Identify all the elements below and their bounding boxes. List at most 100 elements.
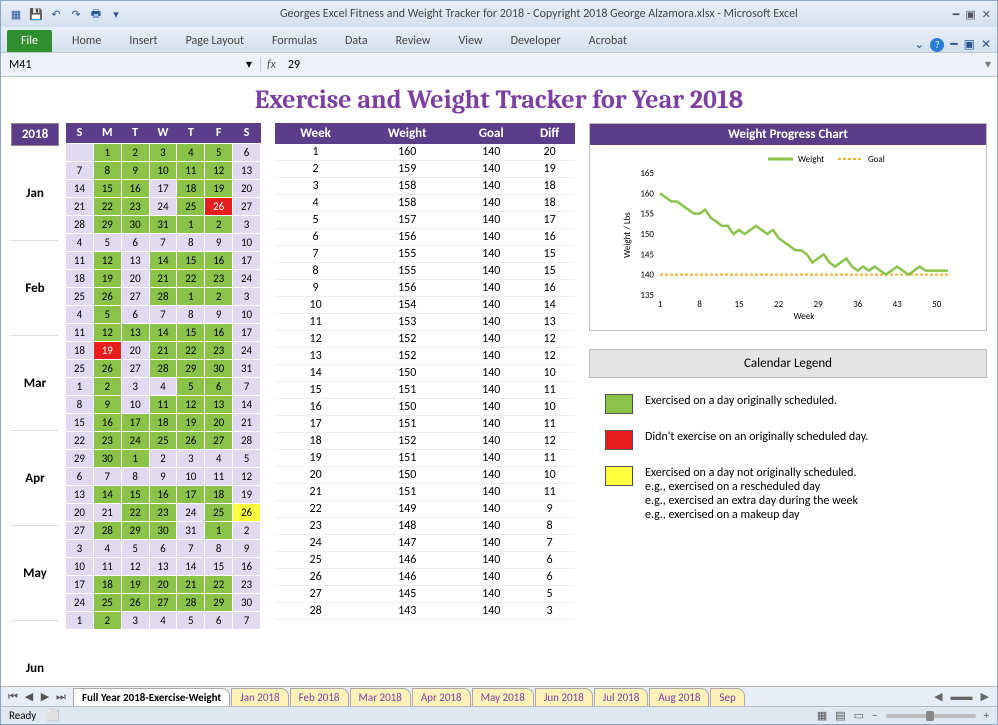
sheet-tab[interactable]: Full Year 2018-Exercise-Weight <box>73 688 230 706</box>
calendar-cell[interactable]: 4 <box>66 234 94 252</box>
calendar-cell[interactable]: 29 <box>121 522 149 540</box>
table-cell[interactable]: 140 <box>458 263 524 280</box>
calendar-cell[interactable]: 25 <box>177 198 205 216</box>
view-layout-icon[interactable]: ▤ <box>835 709 845 722</box>
calendar-cell[interactable]: 22 <box>177 270 205 288</box>
maximize-icon[interactable]: ▣ <box>965 8 975 21</box>
calendar-cell[interactable]: 15 <box>66 414 94 432</box>
undo-icon[interactable]: ↶ <box>47 5 65 23</box>
table-cell[interactable]: 140 <box>458 348 524 365</box>
calendar-cell[interactable]: 25 <box>205 504 233 522</box>
table-cell[interactable]: 155 <box>356 263 458 280</box>
table-cell[interactable]: 12 <box>275 331 356 348</box>
calendar-cell[interactable]: 3 <box>121 378 149 396</box>
calendar-cell[interactable]: 1 <box>121 450 149 468</box>
hscroll-thumb[interactable]: ▬▬ <box>951 690 973 703</box>
calendar-cell[interactable]: 25 <box>149 432 177 450</box>
calendar-cell[interactable]: 2 <box>149 450 177 468</box>
calendar-cell[interactable]: 29 <box>205 594 233 612</box>
calendar-cell[interactable]: 15 <box>93 180 121 198</box>
calendar-cell[interactable]: 21 <box>93 504 121 522</box>
table-cell[interactable]: 5 <box>524 586 575 603</box>
calendar-cell[interactable]: 3 <box>121 612 149 630</box>
calendar-cell[interactable]: 1 <box>66 378 94 396</box>
calendar-cell[interactable]: 11 <box>177 162 205 180</box>
calendar-cell[interactable]: 10 <box>66 558 94 576</box>
table-cell[interactable]: 11 <box>524 450 575 467</box>
window-close-icon[interactable]: ✕ <box>981 37 991 52</box>
table-cell[interactable]: 140 <box>458 552 524 569</box>
calendar-cell[interactable]: 18 <box>205 486 233 504</box>
table-cell[interactable]: 140 <box>458 331 524 348</box>
calendar-cell[interactable]: 7 <box>149 234 177 252</box>
calendar-cell[interactable]: 11 <box>66 324 94 342</box>
calendar-cell[interactable]: 10 <box>233 306 261 324</box>
table-cell[interactable]: 5 <box>275 212 356 229</box>
calendar-cell[interactable]: 20 <box>66 504 94 522</box>
table-cell[interactable]: 140 <box>458 297 524 314</box>
calendar-cell[interactable]: 19 <box>121 576 149 594</box>
view-break-icon[interactable]: ▭ <box>854 709 864 722</box>
table-cell[interactable]: 11 <box>524 382 575 399</box>
calendar-cell[interactable]: 24 <box>233 270 261 288</box>
calendar-cell[interactable]: 5 <box>93 306 121 324</box>
table-cell[interactable]: 15 <box>524 263 575 280</box>
calendar-cell[interactable]: 7 <box>66 162 94 180</box>
table-cell[interactable]: 12 <box>524 433 575 450</box>
sheet-tab[interactable]: Apr 2018 <box>412 688 471 706</box>
table-cell[interactable]: 151 <box>356 416 458 433</box>
calendar-cell[interactable]: 2 <box>93 378 121 396</box>
calendar-cell[interactable]: 31 <box>149 216 177 234</box>
calendar-cell[interactable]: 19 <box>205 180 233 198</box>
table-cell[interactable]: 25 <box>275 552 356 569</box>
calendar-cell[interactable]: 20 <box>121 270 149 288</box>
calendar-cell[interactable]: 18 <box>149 414 177 432</box>
calendar-cell[interactable]: 16 <box>205 252 233 270</box>
calendar-cell[interactable]: 11 <box>93 558 121 576</box>
calendar-cell[interactable]: 28 <box>177 594 205 612</box>
table-cell[interactable]: 18 <box>275 433 356 450</box>
table-cell[interactable]: 16 <box>275 399 356 416</box>
table-cell[interactable]: 14 <box>524 297 575 314</box>
calendar-cell[interactable]: 26 <box>177 432 205 450</box>
sheet-tab[interactable]: Jul 2018 <box>594 688 649 706</box>
calendar-cell[interactable]: 17 <box>121 414 149 432</box>
calendar-cell[interactable]: 29 <box>177 360 205 378</box>
table-cell[interactable]: 9 <box>524 501 575 518</box>
calendar-cell[interactable]: 22 <box>121 504 149 522</box>
calendar-cell[interactable]: 6 <box>149 540 177 558</box>
calendar-cell[interactable]: 9 <box>93 396 121 414</box>
table-cell[interactable]: 17 <box>275 416 356 433</box>
table-cell[interactable]: 7 <box>275 246 356 263</box>
calendar-cell[interactable]: 26 <box>93 288 121 306</box>
table-cell[interactable]: 148 <box>356 518 458 535</box>
calendar-cell[interactable]: 12 <box>205 162 233 180</box>
table-cell[interactable]: 15 <box>524 246 575 263</box>
table-cell[interactable]: 146 <box>356 569 458 586</box>
sheet-tab[interactable]: Feb 2018 <box>290 688 349 706</box>
table-cell[interactable]: 16 <box>524 229 575 246</box>
table-cell[interactable]: 140 <box>458 484 524 501</box>
calendar-cell[interactable]: 21 <box>149 342 177 360</box>
calendar-cell[interactable]: 15 <box>177 324 205 342</box>
table-cell[interactable]: 14 <box>275 365 356 382</box>
calendar-cell[interactable]: 17 <box>149 180 177 198</box>
calendar-cell[interactable]: 1 <box>177 216 205 234</box>
calendar-cell[interactable]: 15 <box>177 252 205 270</box>
calendar-cell[interactable]: 20 <box>121 342 149 360</box>
table-cell[interactable]: 8 <box>524 518 575 535</box>
calendar-cell[interactable]: 5 <box>121 540 149 558</box>
macro-record-icon[interactable]: ⬜ <box>46 709 60 722</box>
calendar-cell[interactable]: 19 <box>177 414 205 432</box>
calendar-cell[interactable]: 2 <box>93 612 121 630</box>
table-cell[interactable]: 13 <box>275 348 356 365</box>
calendar-cell[interactable]: 17 <box>233 324 261 342</box>
calendar-cell[interactable]: 8 <box>93 162 121 180</box>
table-cell[interactable]: 151 <box>356 450 458 467</box>
save-icon[interactable]: 💾 <box>27 5 45 23</box>
table-cell[interactable]: 151 <box>356 382 458 399</box>
calendar-cell[interactable]: 5 <box>93 234 121 252</box>
sheet-tab[interactable]: May 2018 <box>472 688 534 706</box>
calendar-cell[interactable]: 9 <box>149 468 177 486</box>
table-cell[interactable]: 150 <box>356 467 458 484</box>
